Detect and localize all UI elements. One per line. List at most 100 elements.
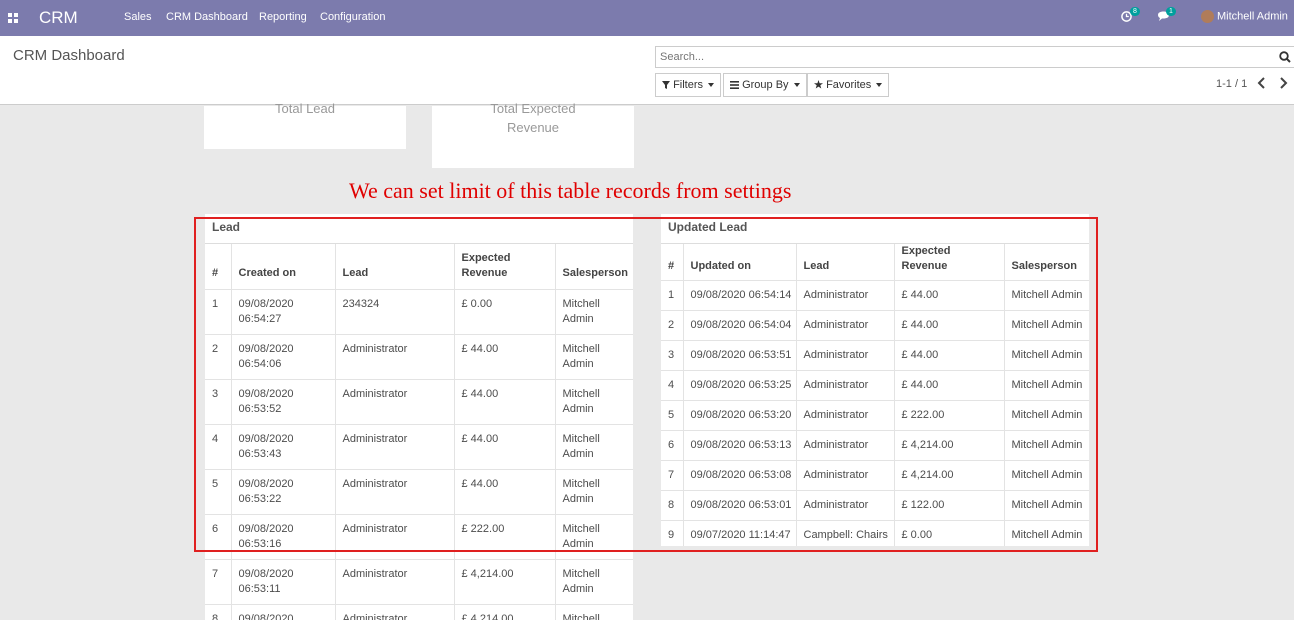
lead-link[interactable]: Administrator — [796, 280, 895, 311]
menu-reporting[interactable]: Reporting — [259, 11, 307, 23]
table-row[interactable]: 4 09/08/2020 06:53:43 Administrator £ 44.00… — [205, 424, 633, 470]
messages-button[interactable]: 1 — [1157, 7, 1179, 25]
created-on-cell: 09/08/2020 — [231, 604, 336, 620]
row-number: 9 — [661, 520, 684, 546]
row-number: 1 — [661, 280, 684, 311]
lead-link[interactable]: Campbell: Chairs — [796, 520, 895, 546]
table-row[interactable]: 1 09/08/2020 06:54:27 234324 £ 0.00 Mitchell… — [205, 289, 633, 335]
column-header-number[interactable]: # — [661, 244, 684, 281]
pager-value[interactable]: 1-1 / 1 — [1216, 78, 1247, 90]
table-row[interactable]: 2 09/08/2020 06:54:06 Administrator £ 44.00… — [205, 334, 633, 380]
row-number: 1 — [205, 289, 232, 335]
created-on-cell: 09/08/2020 06:53:52 — [231, 379, 336, 425]
control-panel: CRM Dashboard Filters Group By Favorites… — [0, 36, 1294, 105]
table-row[interactable]: 6 09/08/2020 06:53:13 Administrator £ 4,214… — [661, 430, 1089, 461]
row-number: 8 — [661, 490, 684, 521]
caret-down-icon — [876, 83, 883, 88]
table-row[interactable]: 6 09/08/2020 06:53:16 Administrator £ 222.0… — [205, 514, 633, 560]
column-header-number[interactable]: # — [205, 244, 232, 290]
lead-link[interactable]: Administrator — [796, 460, 895, 491]
favorites-button[interactable]: Favorites — [807, 73, 890, 97]
caret-down-icon — [708, 83, 715, 88]
filters-button[interactable]: Filters — [655, 73, 722, 97]
card-label-line2: Revenue — [506, 120, 560, 135]
card-label: Total Expected — [490, 101, 576, 116]
lead-link[interactable]: 234324 — [335, 289, 455, 335]
salesperson-cell: Mitchell Admin — [1004, 340, 1089, 371]
table-row[interactable]: 2 09/08/2020 06:54:04 Administrator £ 44.00… — [661, 310, 1089, 341]
lead-link[interactable]: Administrator — [335, 469, 455, 515]
table-row[interactable]: 5 09/08/2020 06:53:20 Administrator £ 222.0… — [661, 400, 1089, 431]
lead-link[interactable]: Administrator — [796, 310, 895, 341]
user-menu[interactable]: Mitchell Admin — [1201, 10, 1288, 23]
group-by-label: Group By — [742, 79, 789, 91]
expected-revenue-cell: £ 0.00 — [454, 289, 556, 335]
row-number: 5 — [205, 469, 232, 515]
salesperson-cell: Mitchell Admin — [1004, 460, 1089, 491]
column-header-lead[interactable]: Lead — [335, 244, 455, 290]
top-navbar: CRM Sales CRM Dashboard Reporting Config… — [0, 0, 1294, 36]
column-header-salesperson[interactable]: Salesperson — [1004, 244, 1089, 281]
search-icon[interactable] — [1279, 51, 1291, 63]
column-header-expected-revenue[interactable]: Expected Revenue — [454, 244, 556, 290]
column-header-lead[interactable]: Lead — [796, 244, 895, 281]
lead-link[interactable]: Administrator — [335, 514, 455, 560]
lead-link[interactable]: Administrator — [796, 490, 895, 521]
salesperson-cell: Mitchell Admin — [555, 514, 633, 560]
app-brand[interactable]: CRM — [39, 8, 78, 28]
apps-menu-icon[interactable] — [8, 13, 18, 23]
table-row[interactable]: 1 09/08/2020 06:54:14 Administrator £ 44.00… — [661, 280, 1089, 311]
updated-lead-table-title: Updated Lead — [661, 214, 1089, 244]
user-name: Mitchell Admin — [1217, 10, 1288, 23]
menu-configuration[interactable]: Configuration — [320, 11, 385, 23]
favorites-label: Favorites — [826, 79, 872, 91]
table-row[interactable]: 7 09/08/2020 06:53:11 Administrator £ 4,214… — [205, 559, 633, 605]
created-on-cell: 09/08/2020 06:53:22 — [231, 469, 336, 515]
total-expected-revenue-card[interactable]: Total Expected Revenue — [432, 101, 634, 168]
table-row[interactable]: 3 09/08/2020 06:53:51 Administrator £ 44.00… — [661, 340, 1089, 371]
group-by-button[interactable]: Group By — [723, 73, 807, 97]
lead-link[interactable]: Administrator — [335, 559, 455, 605]
updated-on-cell: 09/08/2020 06:53:51 — [683, 340, 797, 371]
table-row[interactable]: 4 09/08/2020 06:53:25 Administrator £ 44.00… — [661, 370, 1089, 401]
created-on-cell: 09/08/2020 06:53:11 — [231, 559, 336, 605]
lead-link[interactable]: Administrator — [796, 370, 895, 401]
lead-link[interactable]: Administrator — [335, 424, 455, 470]
card-label: Total Lead — [275, 101, 335, 116]
expected-revenue-cell: £ 4,214.00 — [894, 430, 1005, 461]
menu-sales[interactable]: Sales — [124, 11, 152, 23]
table-row[interactable]: 3 09/08/2020 06:53:52 Administrator £ 44.00… — [205, 379, 633, 425]
chevron-left-icon[interactable] — [1256, 76, 1268, 90]
lead-link[interactable]: Administrator — [335, 379, 455, 425]
column-header-created-on[interactable]: Created on — [231, 244, 336, 290]
column-header-updated-on[interactable]: Updated on — [683, 244, 797, 281]
table-row[interactable]: 8 09/08/2020 06:53:01 Administrator £ 122.0… — [661, 490, 1089, 521]
created-on-cell: 09/08/2020 06:53:43 — [231, 424, 336, 470]
lead-link[interactable]: Administrator — [335, 334, 455, 380]
row-number: 6 — [661, 430, 684, 461]
updated-on-cell: 09/08/2020 06:53:20 — [683, 400, 797, 431]
chevron-right-icon[interactable] — [1277, 76, 1289, 90]
table-row[interactable]: 7 09/08/2020 06:53:08 Administrator £ 4,214… — [661, 460, 1089, 491]
lead-link[interactable]: Administrator — [796, 400, 895, 431]
column-header-salesperson[interactable]: Salesperson — [555, 244, 633, 290]
menu-crm-dashboard[interactable]: CRM Dashboard — [166, 11, 248, 23]
row-number: 2 — [205, 334, 232, 380]
table-row[interactable]: 5 09/08/2020 06:53:22 Administrator £ 44.00… — [205, 469, 633, 515]
expected-revenue-cell: £ 44.00 — [454, 469, 556, 515]
table-row[interactable]: 8 09/08/2020 Administrator £ 4,214.00 Mitche… — [205, 604, 633, 620]
activity-button[interactable]: 8 — [1121, 7, 1141, 25]
expected-revenue-cell: £ 4,214.00 — [454, 559, 556, 605]
total-lead-card[interactable]: Total Lead — [204, 101, 406, 149]
column-header-expected-revenue[interactable]: Expected Revenue — [894, 244, 1005, 281]
salesperson-cell: Mitchell Admin — [1004, 400, 1089, 431]
avatar — [1201, 10, 1214, 23]
expected-revenue-cell: £ 222.00 — [894, 400, 1005, 431]
table-row[interactable]: 9 09/07/2020 11:14:47 Campbell: Chairs £ 0.… — [661, 520, 1089, 546]
lead-link[interactable]: Administrator — [796, 340, 895, 371]
expected-revenue-cell: £ 222.00 — [454, 514, 556, 560]
salesperson-cell: Mitchell Admin — [555, 559, 633, 605]
lead-link[interactable]: Administrator — [796, 430, 895, 461]
lead-link[interactable]: Administrator — [335, 604, 455, 620]
search-input[interactable] — [656, 47, 1256, 67]
